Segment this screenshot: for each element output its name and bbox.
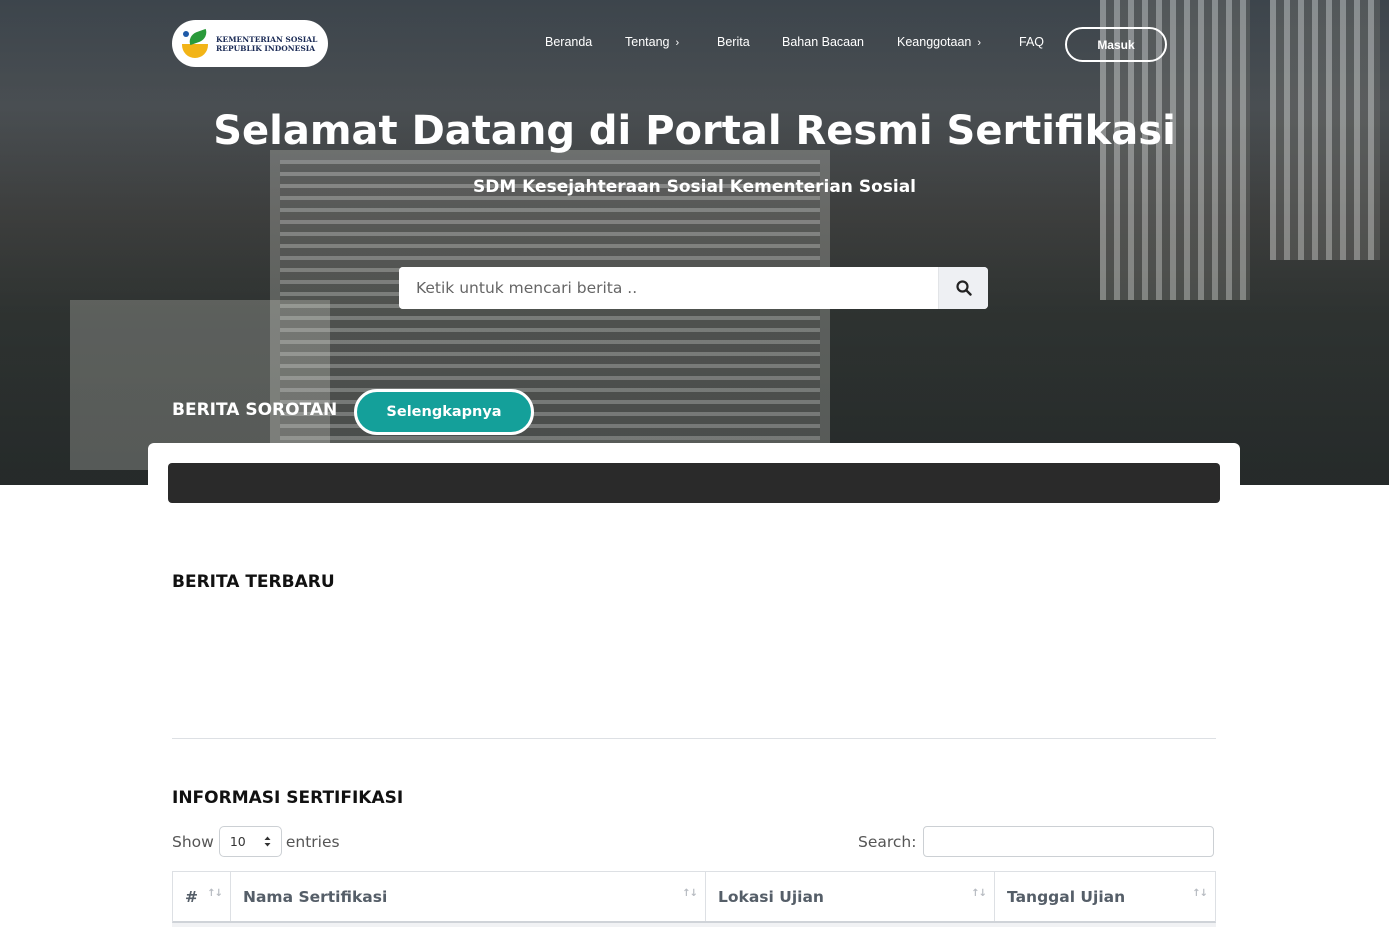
- entries-label: entries: [285, 832, 340, 851]
- column-header-lokasi-ujian[interactable]: Lokasi Ujian ↑↓: [706, 872, 995, 921]
- column-header-lokasi-ujian-label: Lokasi Ujian: [718, 887, 824, 906]
- brand-logo[interactable]: KEMENTERIAN SOSIAL REPUBLIK INDONESIA: [172, 20, 328, 67]
- informasi-sertifikasi-heading: INFORMASI SERTIFIKASI: [172, 788, 404, 808]
- login-button[interactable]: Masuk: [1065, 27, 1167, 62]
- nav-bahan-bacaan[interactable]: Bahan Bacaan: [782, 35, 864, 49]
- nav-berita[interactable]: Berita: [717, 35, 750, 49]
- hero-subtitle: SDM Kesejahteraan Sosial Kementerian Sos…: [472, 177, 916, 197]
- berita-terbaru-heading: BERITA TERBARU: [172, 572, 335, 592]
- chevron-right-icon: ›: [977, 37, 982, 49]
- table-search-input[interactable]: [923, 826, 1215, 857]
- sertifikasi-table-header: # ↑↓ Nama Sertifikasi ↑↓ Lokasi Ujian ↑↓…: [172, 871, 1216, 923]
- page-length-control: Show 10 entries: [172, 826, 340, 857]
- sort-updown-icon: [264, 836, 271, 847]
- nav-tentang[interactable]: Tentang ›: [625, 35, 679, 49]
- show-label: Show: [172, 832, 214, 851]
- hero-title: Selamat Datang di Portal Resmi Sertifika…: [213, 108, 1176, 154]
- logo-line-2: REPUBLIK INDONESIA: [216, 43, 316, 53]
- sort-icon: ↑↓: [682, 888, 698, 899]
- page-length-select[interactable]: 10: [218, 826, 282, 857]
- selengkapnya-button[interactable]: Selengkapnya: [354, 389, 534, 435]
- sort-icon: ↑↓: [1192, 888, 1208, 899]
- search-button[interactable]: [938, 267, 988, 309]
- column-header-tanggal-ujian[interactable]: Tanggal Ujian ↑↓: [995, 872, 1215, 921]
- logo-line-1: KEMENTERIAN SOSIAL: [216, 34, 318, 44]
- nav-keanggotaan-label: Keanggotaan: [897, 35, 972, 49]
- search-icon: [955, 280, 972, 296]
- news-search-input[interactable]: [399, 267, 938, 309]
- logo-text: KEMENTERIAN SOSIAL REPUBLIK INDONESIA: [216, 35, 317, 53]
- column-header-tanggal-ujian-label: Tanggal Ujian: [1007, 887, 1126, 906]
- nav-faq-label: FAQ: [1019, 35, 1045, 49]
- news-search-bar: [399, 267, 988, 309]
- sort-icon: ↑↓: [971, 888, 987, 899]
- nav-faq[interactable]: FAQ: [1019, 35, 1044, 49]
- section-divider: [172, 738, 1216, 739]
- nav-beranda[interactable]: Beranda: [545, 35, 592, 49]
- table-search-control: Search:: [858, 826, 1215, 857]
- column-header-nama-sertifikasi-label: Nama Sertifikasi: [243, 887, 388, 906]
- kemensos-emblem-icon: [180, 28, 212, 60]
- sort-icon: ↑↓: [207, 888, 223, 899]
- chevron-right-icon: ›: [675, 37, 680, 49]
- sorotan-carousel[interactable]: [168, 463, 1220, 503]
- page-length-value: 10: [229, 834, 246, 849]
- table-row: [172, 923, 1216, 927]
- nav-tentang-label: Tentang: [625, 35, 670, 49]
- column-header-nama-sertifikasi[interactable]: Nama Sertifikasi ↑↓: [231, 872, 706, 921]
- table-search-label: Search:: [858, 832, 917, 851]
- berita-sorotan-heading: BERITA SOROTAN: [172, 400, 338, 420]
- nav-berita-label: Berita: [717, 35, 750, 49]
- nav-beranda-label: Beranda: [545, 35, 593, 49]
- nav-keanggotaan[interactable]: Keanggotaan ›: [897, 35, 981, 49]
- column-header-number[interactable]: # ↑↓: [173, 872, 231, 921]
- nav-bahan-bacaan-label: Bahan Bacaan: [782, 35, 865, 49]
- column-header-number-label: #: [185, 887, 198, 906]
